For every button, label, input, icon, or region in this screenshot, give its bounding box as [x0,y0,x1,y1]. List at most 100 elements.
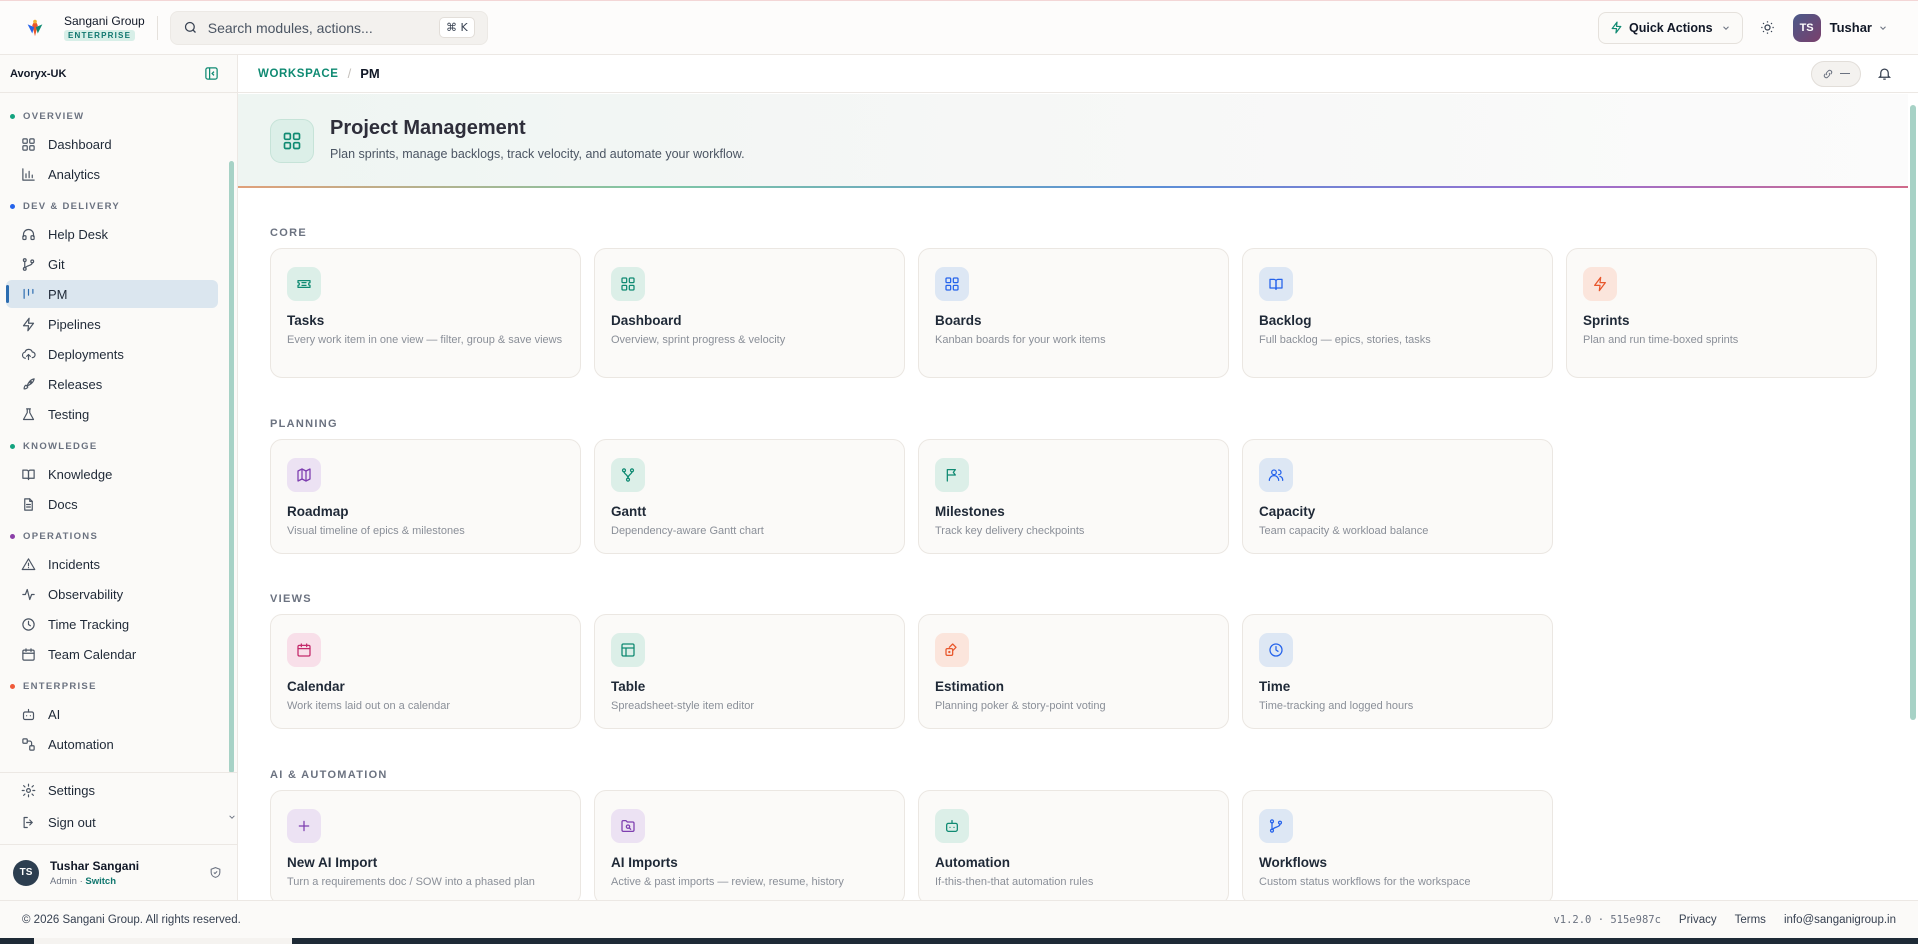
sidebar-item-label: Git [48,256,65,272]
sidebar-item-label: Team Calendar [48,646,137,662]
sidebar-item-label: PM [48,286,68,302]
sidebar-item-time-tracking[interactable]: Time Tracking [6,610,218,638]
card-title: Sprints [1583,313,1630,328]
card-description: Overview, sprint progress & velocity [611,334,786,346]
sidebar: Avoryx-UK OVERVIEW Dashboard Analytics DEV … [0,55,238,900]
switch-role-link[interactable]: Switch [85,876,116,887]
card-description: Active & past imports — review, resume, … [611,876,844,888]
user-name: Tushar [1829,20,1872,35]
module-card-time[interactable]: Time Time-tracking and logged hours [1242,614,1553,729]
calendar-icon [287,633,321,667]
module-card-automation[interactable]: Automation If-this-then-that automation r… [918,790,1229,905]
module-card-roadmap[interactable]: Roadmap Visual timeline of epics & milest… [270,439,581,554]
sidebar-scrollbar[interactable] [229,161,234,773]
search-input[interactable]: Search modules, actions... ⌘ K [169,10,488,45]
card-description: Spreadsheet-style item editor [611,700,755,712]
org-switcher[interactable]: Avoryx-UK [0,55,237,93]
card-title: Workflows [1259,855,1328,870]
module-card-table[interactable]: Table Spreadsheet-style item editor [594,614,905,729]
calendar-icon [20,646,36,662]
section-label: ENTERPRISE [23,680,97,692]
module-card-new-ai-import[interactable]: New AI Import Turn a requirements doc / S… [270,790,581,905]
module-card-backlog[interactable]: Backlog Full backlog — epics, stories, ta… [1242,248,1553,378]
sidebar-item-git[interactable]: Git [6,250,218,278]
git-branch-icon [1259,809,1293,843]
section-label: DEV & DELIVERY [23,200,121,212]
card-title: Tasks [287,313,325,328]
sidebar-item-pm[interactable]: PM [6,280,218,308]
page-subtitle: Plan sprints, manage backlogs, track vel… [330,147,745,161]
flag-icon [935,458,969,492]
rocket-icon [20,376,36,392]
sidebar-item-docs[interactable]: Docs [6,490,218,518]
card-description: Turn a requirements doc / SOW into a pha… [287,876,535,888]
git-fork-icon [611,458,645,492]
profile-role: Admin [50,875,77,887]
main-scrollbar[interactable] [1910,105,1916,720]
sidebar-item-analytics[interactable]: Analytics [6,160,218,188]
bot-icon [20,706,36,722]
sidebar-item-testing[interactable]: Testing [6,400,218,428]
quick-actions-button[interactable]: Quick Actions [1598,11,1743,44]
sidebar-item-knowledge[interactable]: Knowledge [6,460,218,488]
theme-toggle-button[interactable] [1757,17,1779,39]
document-icon [20,496,36,512]
page-header [238,94,1908,187]
terms-link[interactable]: Terms [1735,914,1766,926]
module-card-boards[interactable]: Boards Kanban boards for your work items [918,248,1229,378]
sidebar-item-incidents[interactable]: Incidents [6,550,218,578]
contact-email-link[interactable]: info@sanganigroup.in [1784,914,1896,926]
module-card-estimation[interactable]: Estimation Planning poker & story-point v… [918,614,1229,729]
module-card-milestones[interactable]: Milestones Track key delivery checkpoints [918,439,1229,554]
module-card-ai-imports[interactable]: AI Imports Active & past imports — review… [594,790,905,905]
clock-icon [1259,633,1293,667]
nav-section-dev-and-delivery: DEV & DELIVERY Help Desk Git PM Pipelines Dep… [0,197,226,428]
bell-icon[interactable] [1877,66,1892,81]
quick-actions-label: Quick Actions [1629,20,1713,35]
avatar: TS [1792,13,1821,42]
sidebar-item-settings[interactable]: Settings [6,776,230,804]
module-card-workflows[interactable]: Workflows Custom status workflows for the… [1242,790,1553,905]
lightning-icon [1610,21,1623,34]
card-title: Automation [935,855,1010,870]
module-card-gantt[interactable]: Gantt Dependency-aware Gantt chart [594,439,905,554]
profile-card[interactable]: TS Tushar Sangani Admin · Switch [0,844,238,900]
sidebar-item-releases[interactable]: Releases [6,370,218,398]
group-label-views: VIEWS [270,593,312,605]
module-card-capacity[interactable]: Capacity Team capacity & workload balance [1242,439,1553,554]
sidebar-item-ai[interactable]: AI [6,700,218,728]
section-dot [10,443,15,449]
sidebar-item-help-desk[interactable]: Help Desk [6,220,218,248]
sidebar-item-label: AI [48,706,61,722]
module-card-sprints[interactable]: Sprints Plan and run time-boxed sprints [1566,248,1877,378]
collapse-sidebar-icon[interactable] [204,66,219,81]
user-menu-button[interactable]: TS Tushar [1792,13,1888,42]
breadcrumb-workspace[interactable]: WORKSPACE [258,68,339,80]
brand-divider [156,15,158,40]
breadcrumb-current: PM [360,66,380,81]
module-card-tasks[interactable]: Tasks Every work item in one view — filte… [270,248,581,378]
sidebar-item-team-calendar[interactable]: Team Calendar [6,640,218,668]
section-label: KNOWLEDGE [23,440,98,452]
avatar: TS [13,859,39,886]
sidebar-item-pipelines[interactable]: Pipelines [6,310,218,338]
sidebar-item-automation[interactable]: Automation [6,730,218,758]
connection-status-pill[interactable] [1811,60,1861,87]
main-content: WORKSPACE / PM Project Management Plan s… [238,55,1918,905]
status-dash [1840,72,1850,75]
module-card-dashboard[interactable]: Dashboard Overview, sprint progress & vel… [594,248,905,378]
sidebar-item-label: Testing [48,406,90,422]
sidebar-item-sign-out[interactable]: Sign out [6,808,230,836]
card-description: Planning poker & story-point voting [935,700,1106,712]
brand[interactable]: Sangani Group ENTERPRISE [22,14,145,41]
sidebar-item-dashboard[interactable]: Dashboard [6,130,218,158]
group-label-ai-and-automation: AI & AUTOMATION [270,769,388,781]
card-title: Estimation [935,679,1005,694]
module-card-calendar[interactable]: Calendar Work items laid out on a calenda… [270,614,581,729]
card-description: Work items laid out on a calendar [287,700,451,712]
card-description: Dependency-aware Gantt chart [611,525,764,537]
sidebar-item-label: Time Tracking [48,616,130,632]
sidebar-item-observability[interactable]: Observability [6,580,218,608]
sidebar-item-deployments[interactable]: Deployments [6,340,218,368]
privacy-link[interactable]: Privacy [1679,914,1717,926]
